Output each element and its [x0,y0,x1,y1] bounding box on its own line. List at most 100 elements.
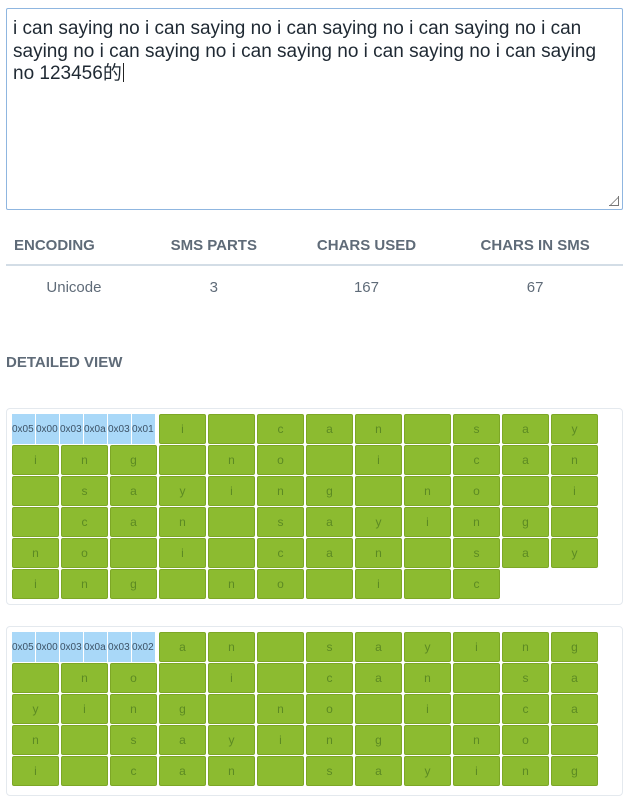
char-cell: a [159,725,206,755]
char-cell [404,445,451,475]
text-caret [122,63,124,82]
char-cell: o [453,476,500,506]
char-cell: g [502,507,549,537]
char-cell: i [61,694,108,724]
char-cell: i [551,476,598,506]
char-cell [306,445,353,475]
message-text: i can saying no i can saying no i can sa… [13,18,602,84]
char-cell: n [110,694,157,724]
char-cell: n [257,476,304,506]
udh-byte-cell: 0x03 [108,414,132,444]
udh-byte-cell: 0x05 [12,414,36,444]
char-cell: n [355,538,402,568]
char-cell: i [208,663,255,693]
char-cell: a [159,632,206,662]
char-cell [61,725,108,755]
char-cell [208,507,255,537]
char-cell [404,414,451,444]
char-cell [453,694,500,724]
udh-byte-cell: 0x0a [84,632,108,662]
char-cell: g [551,756,598,786]
char-cell [355,694,402,724]
char-cell: g [551,632,598,662]
char-cell: n [404,476,451,506]
char-cell [355,476,402,506]
char-cell: s [61,476,108,506]
char-cell [502,476,549,506]
udh-byte-cell: 0x03 [60,632,84,662]
udh-byte-cell: 0x03 [60,414,84,444]
char-cell: i [355,445,402,475]
char-cell: s [257,507,304,537]
char-cell: n [355,414,402,444]
char-cell: a [551,663,598,693]
char-cell: n [306,725,353,755]
resize-handle[interactable] [609,196,619,206]
char-cell: i [355,569,402,599]
encoding-header: ENCODING [6,226,142,266]
char-cell [453,663,500,693]
char-cell [404,725,451,755]
char-cell: n [12,725,59,755]
char-cell: s [502,663,549,693]
char-cell: n [208,756,255,786]
char-cell: a [355,663,402,693]
char-cell: g [306,476,353,506]
char-cell: a [306,538,353,568]
char-cell [257,632,304,662]
char-cell: n [208,445,255,475]
char-cell: a [306,507,353,537]
char-cell: n [453,725,500,755]
char-cell [159,445,206,475]
udh-byte-cell: 0x00 [36,632,60,662]
char-cell: o [306,694,353,724]
char-cell: o [61,538,108,568]
char-cell [61,756,108,786]
char-cell: n [61,663,108,693]
udh-byte-cell: 0x01 [132,414,156,444]
udh-byte-cell: 0x00 [36,414,60,444]
char-cell: o [257,569,304,599]
char-cell: i [159,538,206,568]
char-cell [306,569,353,599]
udh-byte-cell: 0x02 [132,632,156,662]
char-cell: n [208,632,255,662]
char-cell: c [453,445,500,475]
char-cell: y [355,507,402,537]
message-textarea[interactable]: i can saying no i can saying no i can sa… [6,8,623,210]
char-cell: a [502,445,549,475]
encoding-value: Unicode [46,278,102,296]
char-cell: n [404,663,451,693]
sms-part-1: 0x05 0x00 0x03 0x0a 0x03 0x01 i can saying no … [6,408,623,605]
chars-in-sms-value: 67 [526,278,544,296]
detailed-view-title: DETAILED VIEW [6,354,123,371]
char-cell: n [61,569,108,599]
char-cell: a [159,756,206,786]
char-cell: a [502,538,549,568]
char-cell [257,756,304,786]
char-cell: y [12,694,59,724]
char-cell: c [502,694,549,724]
char-cell: g [355,725,402,755]
char-cell [208,694,255,724]
char-cell [159,569,206,599]
char-cell: s [306,632,353,662]
char-cell: i [257,725,304,755]
char-cell: s [453,414,500,444]
chars-used-header: CHARS USED [285,226,448,266]
char-cell: y [159,476,206,506]
char-cell: g [159,694,206,724]
char-cell: g [110,445,157,475]
char-cell: c [61,507,108,537]
char-cell: i [208,476,255,506]
char-cell: i [12,569,59,599]
char-cell: a [110,476,157,506]
char-cell: y [404,756,451,786]
char-cell: i [159,414,206,444]
char-cell: n [12,538,59,568]
char-cell: g [110,569,157,599]
char-cell [257,663,304,693]
char-cell: n [502,756,549,786]
char-cell: n [159,507,206,537]
char-cell: i [453,756,500,786]
